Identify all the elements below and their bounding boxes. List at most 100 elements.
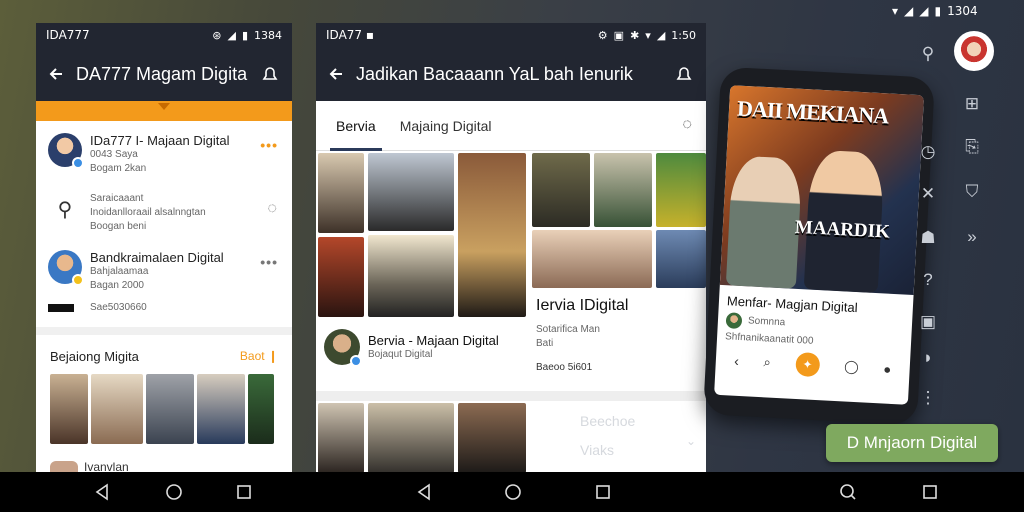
- section-header: Bejaiong Migita Baot ❙: [36, 335, 292, 374]
- add-button[interactable]: ✦: [794, 351, 821, 378]
- feed-item[interactable]: IDa777 I- Majaan Digital 0043 Saya Bogam…: [36, 125, 292, 184]
- bell-icon[interactable]: [260, 64, 280, 84]
- robot-icon[interactable]: ☗: [916, 226, 940, 250]
- cta-button[interactable]: D Mnjaorn Digital: [826, 424, 998, 462]
- caption-block: Menfar- Magjan Digital Somnna Shfnanikaa…: [717, 285, 914, 354]
- recents-icon[interactable]: [234, 482, 254, 502]
- recents-icon[interactable]: [593, 482, 613, 502]
- avatar: [48, 133, 84, 169]
- see-more-link[interactable]: Baot ❙: [240, 349, 278, 364]
- search-icon[interactable]: ⚲: [916, 42, 940, 66]
- media-thumbnail[interactable]: [318, 237, 364, 317]
- media-thumbnail[interactable]: [532, 153, 590, 227]
- thumbnail[interactable]: [146, 374, 194, 444]
- signal-icon: ◢: [656, 28, 666, 42]
- feed-item-line: Bahjalaamaa: [90, 266, 149, 277]
- signal-icon: ◢: [227, 28, 236, 42]
- feed-item[interactable]: Bandkraimalaen Digital Bahjalaamaa Bagan…: [36, 242, 292, 301]
- phone-screen-3: DAII MEKIANA MAARDIK Menfar- Magjan Digi…: [714, 85, 925, 405]
- caption-user: Somnna: [747, 315, 786, 329]
- wifi-icon: ▾: [645, 28, 651, 42]
- bluetooth-icon: ✱: [630, 28, 640, 42]
- feed-item[interactable]: Sae5030660: [36, 301, 292, 323]
- media-thumbnail[interactable]: [532, 230, 652, 288]
- media-thumbnail[interactable]: [318, 153, 364, 233]
- chevron-down-icon[interactable]: ⌄: [686, 434, 696, 448]
- media-thumbnail[interactable]: [318, 403, 364, 473]
- feed-item-line: Bogam 2kan: [90, 163, 147, 174]
- back-arrow-icon[interactable]: [328, 66, 344, 82]
- card-subtitle: Bati: [536, 338, 554, 349]
- media-thumbnail[interactable]: [368, 153, 454, 231]
- lock-icon[interactable]: ▣: [916, 310, 940, 334]
- tab-bar: Bervia Majaing Digital ◌: [316, 101, 706, 151]
- recents-icon[interactable]: [920, 482, 940, 502]
- screen-status-icons: ▾ ◢ ◢ ▮ 1304: [892, 4, 978, 18]
- poster-image[interactable]: DAII MEKIANA MAARDIK: [719, 85, 925, 296]
- tab-majaing-digital[interactable]: Majaing Digital: [400, 101, 492, 151]
- avatar: [725, 312, 743, 330]
- help-icon[interactable]: ?: [916, 268, 940, 292]
- media-thumbnail[interactable]: [458, 403, 526, 473]
- thumbnail[interactable]: [197, 374, 245, 444]
- feed-item[interactable]: Ivanvlan: [36, 444, 292, 473]
- feed-item-line: Bagan 2000: [90, 280, 144, 291]
- media-thumbnail[interactable]: [656, 230, 706, 288]
- tab-bervia[interactable]: Bervia: [330, 101, 382, 151]
- phone-screen-2: IDA77 ▪ ⚙ ▣ ✱ ▾ ◢ 1:50 Jadikan Bacaaann …: [316, 23, 706, 473]
- chat-icon[interactable]: ◌: [682, 116, 692, 134]
- media-card[interactable]: Iervia IDigital Sotarifica Man Bati Baeo…: [532, 291, 706, 391]
- search-icon[interactable]: ⌕: [763, 354, 771, 370]
- media-thumbnail[interactable]: [368, 235, 454, 317]
- thumbnail[interactable]: [91, 374, 143, 444]
- home-icon[interactable]: [164, 482, 184, 502]
- menu-label[interactable]: Beechoe: [580, 413, 635, 429]
- carrier-label: IDA77 ▪: [326, 28, 374, 42]
- poster-title: DAII MEKIANA: [736, 95, 889, 129]
- profile-icon[interactable]: ●: [883, 361, 892, 376]
- chat-icon[interactable]: ◯: [844, 358, 859, 375]
- thumbnail-row: [36, 374, 292, 444]
- feed-item-line: Sae5030660: [90, 302, 147, 313]
- media-thumbnail[interactable]: [656, 153, 706, 227]
- menu-label[interactable]: Viaks: [580, 442, 614, 458]
- more-vertical-icon[interactable]: ⋮: [916, 386, 940, 410]
- layout-icon[interactable]: ⊞: [960, 92, 984, 116]
- divider: [316, 391, 706, 401]
- tools-icon[interactable]: ✕: [916, 182, 940, 206]
- message-icon[interactable]: ◗: [916, 346, 940, 370]
- feed-item[interactable]: ⚲ Saraicaaant Inoidanlloraail alsalnngta…: [36, 184, 292, 242]
- card-footer: Baeoo 5i601: [536, 362, 593, 373]
- more-icon[interactable]: •••: [260, 254, 278, 270]
- back-arrow-icon[interactable]: [48, 66, 64, 82]
- back-icon[interactable]: [414, 482, 434, 502]
- save-icon[interactable]: ⎘: [960, 135, 984, 159]
- tag-icon: [48, 301, 82, 315]
- bell-icon[interactable]: [674, 64, 694, 84]
- avatar: [324, 329, 362, 367]
- forward-icon[interactable]: »: [960, 225, 984, 249]
- more-icon[interactable]: •••: [260, 137, 278, 153]
- media-card[interactable]: Bervia - Majaan Digital Bojaqut Digital: [320, 319, 526, 375]
- signal-icon: ◢: [904, 4, 914, 18]
- back-icon[interactable]: [92, 482, 112, 502]
- media-thumbnail[interactable]: [594, 153, 652, 227]
- grid-icon: ▣: [613, 28, 625, 42]
- phone-screen-1: IDA777 ⊛ ◢ ▮ 1384 DA777 Magam Digital ID…: [36, 23, 292, 473]
- search-icon[interactable]: [838, 482, 858, 502]
- clock-icon[interactable]: ◷: [916, 140, 940, 164]
- profile-avatar[interactable]: [954, 31, 994, 71]
- feed-item-title: IDa777 I- Majaan Digital: [90, 133, 230, 148]
- shield-icon[interactable]: ⛉: [960, 180, 984, 204]
- back-arrow-icon[interactable]: ‹: [734, 353, 740, 369]
- thumbnail[interactable]: [248, 374, 274, 444]
- thumbnail[interactable]: [50, 374, 88, 444]
- app-bar: DA777 Magam Digital: [36, 47, 292, 101]
- comment-icon[interactable]: ◌: [267, 200, 278, 218]
- home-icon[interactable]: [503, 482, 523, 502]
- section-title: Bejaiong Migita: [50, 349, 139, 364]
- app-bar: Jadikan Bacaaann YaL bah Ienurik: [316, 47, 706, 101]
- media-thumbnail[interactable]: [368, 403, 454, 473]
- media-thumbnail[interactable]: [458, 153, 526, 317]
- feed-item-line: Saraicaaant: [90, 193, 144, 204]
